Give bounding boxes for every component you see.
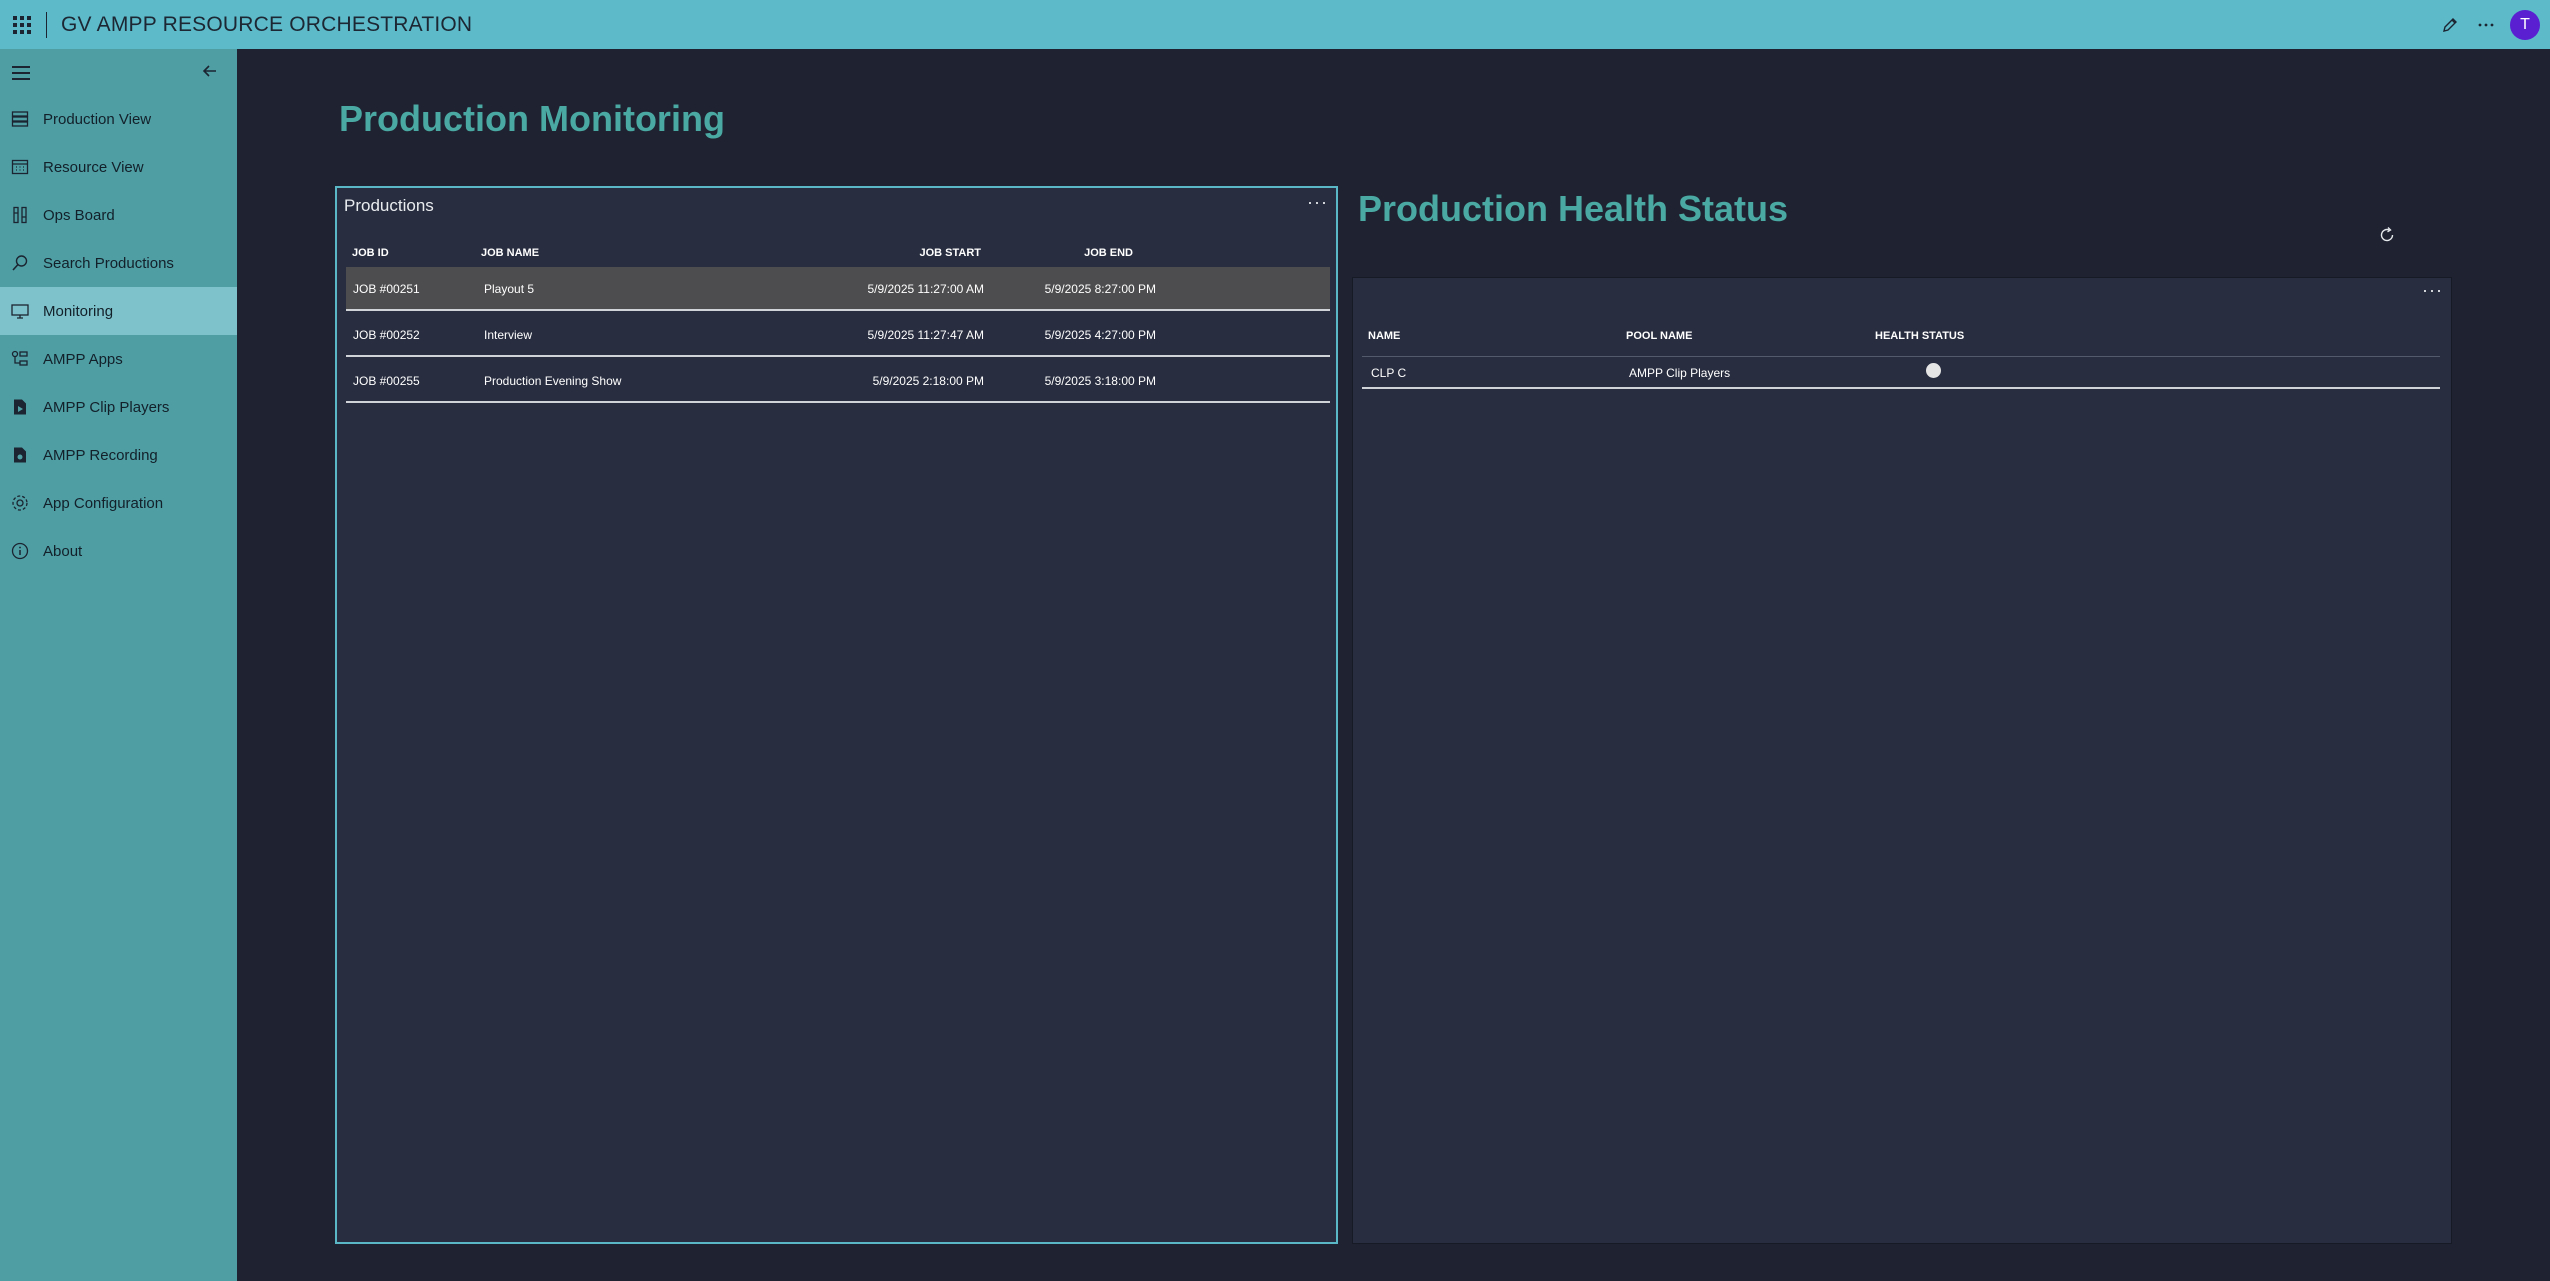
pencil-icon[interactable] — [2432, 0, 2468, 49]
collapse-arrow-icon[interactable] — [200, 61, 220, 86]
production-view-icon — [9, 108, 31, 130]
avatar[interactable]: T — [2510, 9, 2540, 40]
column-header-job-start[interactable]: JOB START — [881, 247, 981, 259]
health-status-title: Production Health Status — [1358, 188, 1789, 229]
productions-panel: Productions ··· JOB ID JOB NAME JOB STAR… — [335, 186, 1338, 1244]
sidebar: Production View Resource View Ops Board … — [0, 49, 237, 1281]
column-header-job-id[interactable]: JOB ID — [352, 247, 389, 259]
app-launcher-icon[interactable] — [2, 0, 42, 49]
name-cell: CLP C — [1371, 366, 1407, 380]
job-end-cell: 5/9/2025 8:27:00 PM — [1044, 282, 1156, 296]
clip-player-icon — [9, 396, 31, 418]
job-end-cell: 5/9/2025 3:18:00 PM — [1044, 374, 1156, 388]
table-row[interactable]: JOB #00255 Production Evening Show 5/9/2… — [346, 359, 1330, 403]
table-row[interactable]: CLP C AMPP Clip Players — [1362, 356, 2440, 389]
top-bar: GV AMPP RESOURCE ORCHESTRATION T — [0, 0, 2550, 49]
job-start-cell: 5/9/2025 2:18:00 PM — [872, 374, 984, 388]
table-header: NAME POOL NAME HEALTH STATUS — [1368, 330, 2438, 350]
job-name-cell: Playout 5 — [484, 282, 535, 296]
search-icon — [9, 252, 31, 274]
sidebar-item-label: Resource View — [43, 158, 144, 176]
column-header-job-name[interactable]: JOB NAME — [481, 247, 539, 259]
job-start-cell: 5/9/2025 11:27:47 AM — [867, 328, 984, 342]
sidebar-item-ampp-recording[interactable]: AMPP Recording — [0, 431, 237, 479]
sidebar-item-label: About — [43, 542, 83, 560]
app-title: GV AMPP RESOURCE ORCHESTRATION — [61, 12, 473, 36]
sidebar-item-label: Production View — [43, 110, 152, 128]
job-id-cell: JOB #00252 — [353, 328, 420, 342]
productions-more-options-icon[interactable]: ··· — [1307, 192, 1328, 213]
apps-icon — [9, 348, 31, 370]
column-header-pool-name[interactable]: POOL NAME — [1626, 330, 1692, 342]
title-divider — [46, 11, 47, 38]
sidebar-item-label: AMPP Recording — [43, 446, 158, 464]
more-options-icon[interactable] — [2468, 0, 2504, 49]
health-status-panel: ··· NAME POOL NAME HEALTH STATUS CLP C A… — [1352, 277, 2452, 1244]
sidebar-item-label: Search Productions — [43, 254, 174, 272]
health-status-indicator — [1926, 363, 1941, 378]
sidebar-item-ampp-clip-players[interactable]: AMPP Clip Players — [0, 383, 237, 431]
sidebar-item-label: AMPP Apps — [43, 350, 123, 368]
job-name-cell: Production Evening Show — [484, 374, 622, 388]
sidebar-item-ampp-apps[interactable]: AMPP Apps — [0, 335, 237, 383]
productions-panel-title: Productions — [344, 196, 434, 215]
table-row[interactable]: JOB #00252 Interview 5/9/2025 11:27:47 A… — [346, 313, 1330, 357]
sidebar-item-search-productions[interactable]: Search Productions — [0, 239, 237, 287]
refresh-icon[interactable] — [2378, 226, 2396, 249]
sidebar-item-resource-view[interactable]: Resource View — [0, 143, 237, 191]
job-id-cell: JOB #00251 — [353, 282, 420, 296]
gear-icon — [9, 492, 31, 514]
job-id-cell: JOB #00255 — [353, 374, 420, 388]
calendar-icon — [9, 156, 31, 178]
job-end-cell: 5/9/2025 4:27:00 PM — [1044, 328, 1156, 342]
job-name-cell: Interview — [484, 328, 533, 342]
hamburger-menu-icon[interactable] — [12, 66, 30, 84]
sidebar-item-label: Monitoring — [43, 302, 114, 320]
info-icon — [9, 540, 31, 562]
column-header-job-end[interactable]: JOB END — [1033, 247, 1133, 259]
sidebar-item-app-configuration[interactable]: App Configuration — [0, 479, 237, 527]
table-row[interactable]: JOB #00251 Playout 5 5/9/2025 11:27:00 A… — [346, 267, 1330, 311]
page-title: Production Monitoring — [339, 98, 725, 139]
recording-icon — [9, 444, 31, 466]
sidebar-item-label: App Configuration — [43, 494, 164, 512]
table-header: JOB ID JOB NAME JOB START JOB END — [346, 243, 1330, 267]
monitor-icon — [9, 300, 31, 322]
pool-name-cell: AMPP Clip Players — [1629, 366, 1731, 380]
column-header-name[interactable]: NAME — [1368, 330, 1400, 342]
sidebar-item-about[interactable]: About — [0, 527, 237, 575]
sidebar-item-label: AMPP Clip Players — [43, 398, 170, 416]
ops-board-icon — [9, 204, 31, 226]
sidebar-item-label: Ops Board — [43, 206, 115, 224]
job-start-cell: 5/9/2025 11:27:00 AM — [867, 282, 984, 296]
health-more-options-icon[interactable]: ··· — [2422, 280, 2443, 301]
sidebar-item-production-view[interactable]: Production View — [0, 95, 237, 143]
sidebar-item-ops-board[interactable]: Ops Board — [0, 191, 237, 239]
sidebar-item-monitoring[interactable]: Monitoring — [0, 287, 237, 335]
column-header-health-status[interactable]: HEALTH STATUS — [1875, 330, 1964, 342]
